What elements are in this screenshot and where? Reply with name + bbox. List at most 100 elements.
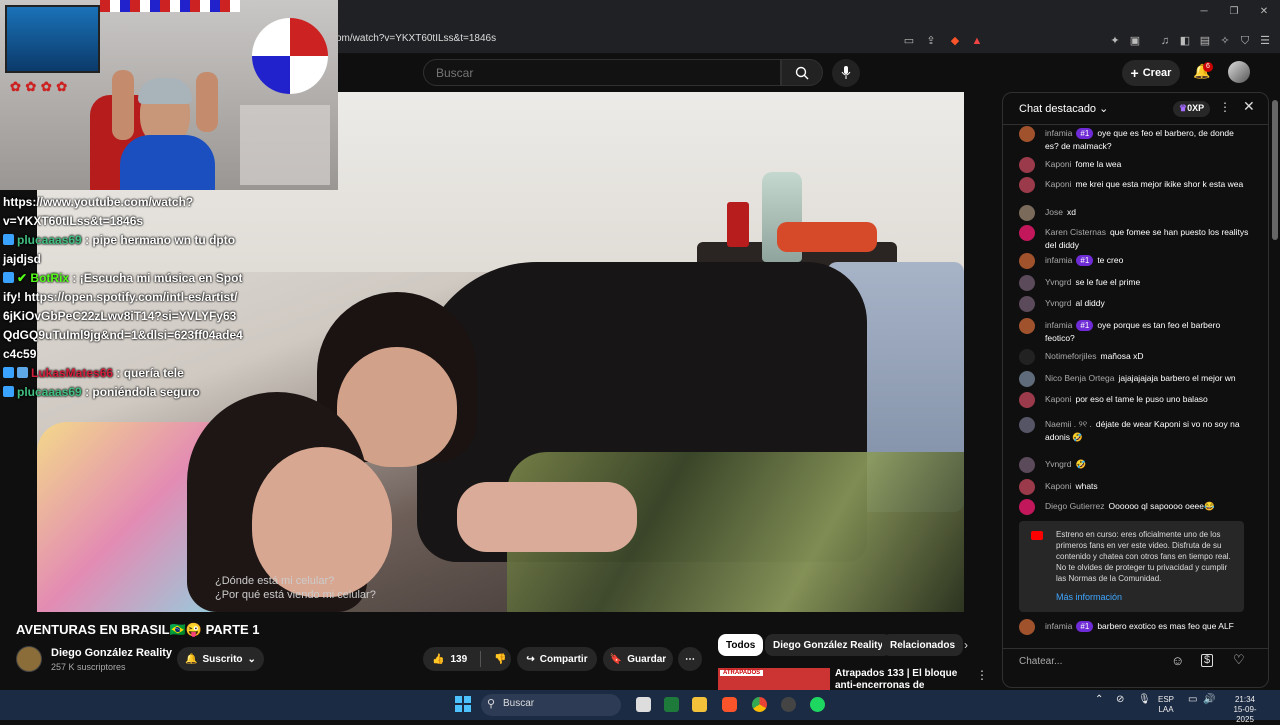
chat-message[interactable]: Yvngrd al diddy: [1019, 296, 1249, 312]
chat-message[interactable]: Yvngrd se le fue el prime: [1019, 275, 1249, 291]
emoji-icon[interactable]: ☺: [1171, 653, 1184, 668]
taskbar-search[interactable]: Buscar: [481, 694, 621, 716]
chat-message[interactable]: Nico Benja Ortega jajajajajaja barbero el…: [1019, 371, 1249, 387]
spotify-icon[interactable]: [810, 697, 825, 712]
chat-author-name[interactable]: infamia: [1045, 128, 1072, 138]
chat-message[interactable]: Diego Gutierrez Oooooo ql sapoooo oeee😂: [1019, 499, 1249, 515]
chat-author-name[interactable]: Kaponi: [1045, 179, 1071, 189]
subscribed-button[interactable]: 🔔 Suscrito ⌄: [177, 647, 264, 671]
chat-message[interactable]: Yvngrd 🤣: [1019, 457, 1249, 473]
chat-author-name[interactable]: Karen Cisternas: [1045, 227, 1106, 237]
chat-author-avatar[interactable]: [1019, 275, 1035, 291]
chat-mode-selector[interactable]: Chat destacado ⌄: [1019, 102, 1108, 115]
brave-browser-icon[interactable]: [722, 697, 737, 712]
chat-message[interactable]: Notimeforjiles mañosa xD: [1019, 349, 1249, 365]
chat-author-avatar[interactable]: [1019, 177, 1035, 193]
chat-author-name[interactable]: Diego Gutierrez: [1045, 501, 1105, 511]
chat-input[interactable]: Chatear...: [1019, 656, 1165, 667]
language-indicator[interactable]: ESP LAA: [1158, 695, 1174, 715]
maximize-icon[interactable]: ❐: [1224, 6, 1244, 22]
close-window-icon[interactable]: ✕: [1254, 6, 1274, 22]
url-text[interactable]: om/watch?v=YKXT60tILss&t=1846s: [336, 33, 496, 44]
chat-author-name[interactable]: Notimeforjiles: [1045, 351, 1097, 361]
minimize-icon[interactable]: ─: [1194, 6, 1214, 22]
chat-message[interactable]: Jose xd: [1019, 205, 1249, 221]
brave-rewards-icon[interactable]: ▲: [970, 34, 984, 48]
chat-message[interactable]: Naemii . ୨୧ . déjate de wear Kaponi si vo…: [1019, 417, 1249, 444]
chat-more-icon[interactable]: ⋮: [1219, 100, 1231, 114]
chat-author-avatar[interactable]: [1019, 417, 1035, 433]
extensions-icon[interactable]: ✦: [1108, 34, 1122, 48]
chip-related[interactable]: Relacionados: [882, 634, 964, 656]
monitor-icon[interactable]: ▭: [1188, 695, 1197, 705]
search-button[interactable]: [781, 59, 823, 86]
chat-author-avatar[interactable]: [1019, 225, 1035, 241]
chat-author-avatar[interactable]: [1019, 318, 1035, 334]
chat-author-avatar[interactable]: [1019, 499, 1035, 515]
screenshot-icon[interactable]: ▣: [1128, 34, 1142, 48]
chat-author-avatar[interactable]: [1019, 349, 1035, 365]
brave-shields-icon[interactable]: ◆: [948, 34, 962, 48]
chat-author-name[interactable]: Kaponi: [1045, 481, 1071, 491]
clock[interactable]: 21:34 15-09-2025: [1225, 695, 1265, 725]
super-chat-icon[interactable]: $: [1201, 654, 1214, 667]
chat-author-avatar[interactable]: [1019, 205, 1035, 221]
windows-start-icon[interactable]: [455, 696, 471, 712]
mic-tray-icon[interactable]: 🎙: [1138, 695, 1151, 705]
leo-ai-icon[interactable]: ✧: [1218, 34, 1232, 48]
chat-close-icon[interactable]: ✕: [1243, 98, 1255, 115]
save-button[interactable]: 🔖 Guardar: [603, 647, 673, 671]
chat-author-avatar[interactable]: [1019, 157, 1035, 173]
chrome-icon[interactable]: [752, 697, 767, 712]
chat-message[interactable]: infamia #1 oye que es feo el barbero, de d…: [1019, 126, 1249, 153]
thumbs-down-icon[interactable]: 👎: [494, 654, 506, 665]
wallet-icon[interactable]: ▤: [1198, 34, 1212, 48]
related-more-icon[interactable]: ⋮: [976, 668, 988, 682]
chip-all[interactable]: Todos: [718, 634, 764, 656]
chat-author-name[interactable]: infamia: [1045, 621, 1072, 631]
chat-message[interactable]: Karen Cisternas que fomee se han puesto l…: [1019, 225, 1249, 252]
chat-message[interactable]: infamia #1 barbero exotico es mas feo que …: [1019, 619, 1249, 635]
chat-author-name[interactable]: Nico Benja Ortega: [1045, 373, 1114, 383]
media-icon[interactable]: ♫: [1158, 34, 1172, 48]
like-button[interactable]: 👍 139: [432, 654, 467, 665]
tray-overflow-icon[interactable]: ⌃: [1095, 695, 1103, 705]
chat-author-name[interactable]: Kaponi: [1045, 394, 1071, 404]
chat-author-avatar[interactable]: [1019, 126, 1035, 142]
share-button[interactable]: ↪ Compartir: [517, 647, 597, 671]
chat-message[interactable]: infamia #1 oye porque es tan feo el barber…: [1019, 318, 1249, 345]
vpn-icon[interactable]: ⛉: [1238, 34, 1252, 48]
related-video-thumbnail[interactable]: ATRAPADOS: [718, 668, 830, 690]
more-actions-button[interactable]: ⋯: [678, 647, 702, 671]
chat-message[interactable]: Kaponi me krei que esta mejor ikike shor …: [1019, 177, 1249, 193]
menu-icon[interactable]: ☰: [1258, 34, 1272, 48]
chat-author-avatar[interactable]: [1019, 296, 1035, 312]
chat-author-avatar[interactable]: [1019, 619, 1035, 635]
voice-search-button[interactable]: [832, 59, 860, 87]
chat-author-name[interactable]: Yvngrd: [1045, 298, 1071, 308]
chat-author-avatar[interactable]: [1019, 253, 1035, 269]
chat-message[interactable]: Kaponi fome la wea: [1019, 157, 1249, 173]
chat-author-name[interactable]: infamia: [1045, 320, 1072, 330]
pip-icon[interactable]: ▭: [902, 34, 916, 48]
channel-avatar[interactable]: [16, 646, 42, 672]
chat-message[interactable]: Kaponi whats: [1019, 479, 1249, 495]
chat-author-name[interactable]: infamia: [1045, 255, 1072, 265]
sidebar-icon[interactable]: ◧: [1178, 34, 1192, 48]
chat-author-avatar[interactable]: [1019, 479, 1035, 495]
more-info-link[interactable]: Más información: [1056, 592, 1236, 603]
create-button[interactable]: + Crear: [1122, 60, 1180, 86]
volume-icon[interactable]: 🔊: [1203, 695, 1215, 705]
task-view-icon[interactable]: [636, 697, 651, 712]
channel-name[interactable]: Diego González Reality: [51, 647, 172, 659]
chat-author-name[interactable]: Naemii . ୨୧ .: [1045, 419, 1092, 429]
chat-author-name[interactable]: Yvngrd: [1045, 277, 1071, 287]
chat-author-name[interactable]: Kaponi: [1045, 159, 1071, 169]
search-input[interactable]: [423, 59, 781, 86]
app-icon-green[interactable]: [664, 697, 679, 712]
chat-author-name[interactable]: Jose: [1045, 207, 1063, 217]
heart-icon[interactable]: ♡: [1233, 652, 1245, 668]
network-off-icon[interactable]: ⊘: [1116, 695, 1124, 705]
chip-channel[interactable]: Diego González Reality: [765, 634, 892, 656]
page-scrollbar-thumb[interactable]: [1272, 100, 1278, 240]
